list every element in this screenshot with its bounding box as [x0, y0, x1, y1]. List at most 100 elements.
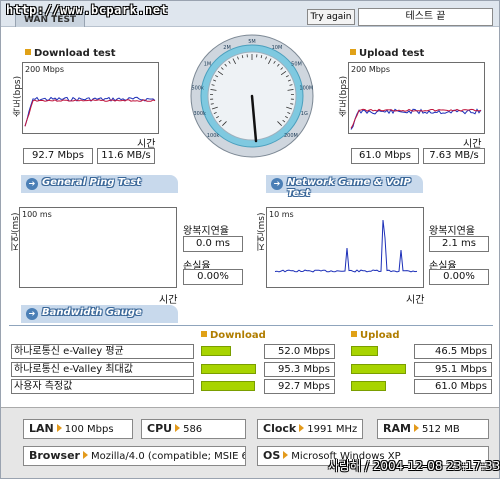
arrow-right-icon: [175, 424, 181, 432]
game-graph: 10 ms: [266, 207, 424, 288]
gauge-upload-track: [351, 362, 411, 376]
arrow-right-icon: [82, 451, 88, 459]
gauge-download-track: [201, 362, 261, 376]
gauge-divider: [9, 325, 493, 326]
speedometer-tick-label: 200M: [284, 133, 298, 139]
clock-value: 1991 MHz: [307, 424, 358, 435]
gauge-download-header: Download: [201, 330, 266, 341]
gauge-upload-header-text: Upload: [360, 330, 400, 341]
download-title-text: Download test: [34, 48, 116, 59]
ram-label: RAM: [383, 422, 411, 435]
arrow-right-icon: [56, 424, 62, 432]
gauge-download-value: 95.3 Mbps: [264, 362, 335, 377]
download-scale-label: 200 Mbps: [25, 65, 65, 74]
ping-x-label: 시간: [159, 295, 178, 306]
try-again-button[interactable]: Try again: [307, 9, 355, 25]
gauge-upload-track: [351, 379, 411, 393]
arrow-right-icon: ➔: [271, 178, 283, 190]
game-section-header: ➔ Network Game & VoIP Test: [266, 175, 423, 199]
lan-info: LAN 100 Mbps: [23, 419, 133, 439]
ram-value: 512 MB: [421, 424, 460, 435]
speedometer-tick-label: 100M: [299, 85, 313, 91]
browser-value: Mozilla/4.0 (compatible; MSIE 6.0: [90, 451, 246, 462]
ping-latency-value: 0.0 ms: [183, 236, 243, 252]
speedometer-tick-label: 10M: [272, 45, 283, 51]
gauge-upload-bar: [351, 346, 378, 356]
gauge-download-bar: [201, 364, 256, 374]
gauge-upload-bar: [351, 381, 386, 391]
download-series-line: [24, 96, 156, 127]
ping-latency-label: 왕복지연율: [183, 226, 229, 237]
wan-test-window: WAN TEST http://www.bcpark.net Try again…: [0, 0, 500, 479]
gauge-row-label: 하나로통신 e-Valley 최대값: [11, 362, 194, 377]
gauge-upload-track: [351, 344, 411, 358]
gauge-upload-value: 61.0 Mbps: [414, 379, 492, 394]
speedometer-tick-label: 50M: [291, 62, 302, 68]
gauge-download-header-text: Download: [210, 330, 266, 341]
lan-label: LAN: [29, 422, 54, 435]
upload-mbps-value: 61.0 Mbps: [351, 148, 419, 164]
download-average-line: [24, 99, 156, 127]
speedometer-tick-label: 5M: [248, 39, 256, 45]
gauge-upload-bar: [351, 364, 406, 374]
download-graph: 200 Mbps: [22, 62, 159, 134]
browser-label: Browser: [29, 449, 80, 462]
ram-info: RAM 512 MB: [377, 419, 489, 439]
clock-label: Clock: [263, 422, 297, 435]
speedometer-tick-label: 2M: [223, 45, 231, 51]
browser-info: Browser Mozilla/4.0 (compatible; MSIE 6.0: [23, 446, 246, 466]
speedometer-tick-label: 100k: [207, 133, 220, 139]
upload-title: Upload test: [350, 48, 424, 59]
upload-mbytes-value: 7.63 MB/s: [423, 148, 485, 164]
upload-graph: 200 Mbps: [348, 62, 485, 134]
clock-info: Clock 1991 MHz: [257, 419, 363, 439]
arrow-right-icon: ➔: [26, 178, 38, 190]
gauge-upload-value: 95.1 Mbps: [414, 362, 492, 377]
game-latency-label: 왕복지연율: [429, 226, 475, 237]
os-label: OS: [263, 449, 281, 462]
ping-graph: 100 ms: [19, 207, 177, 288]
gauge-section-header: ➔ Bandwidth Gauge: [21, 305, 178, 323]
speedometer: 100k 300k 500k 1M 2M 5M 10M 50M 100M 1G 200M: [190, 34, 314, 158]
upload-title-text: Upload test: [359, 48, 425, 59]
game-section-title: Network Game & VoIP Test: [287, 177, 411, 199]
arrow-right-icon: ➔: [26, 308, 38, 320]
speedometer-tick-label: 1G: [301, 111, 308, 117]
arrow-right-icon: [283, 451, 289, 459]
watermark: http://www.bcpark.net: [6, 3, 169, 17]
gauge-download-bar: [201, 346, 231, 356]
ping-scale-label: 100 ms: [22, 210, 52, 219]
game-graph-lines: [274, 219, 418, 273]
speedometer-tick-label: 1M: [204, 62, 212, 68]
arrow-right-icon: [413, 424, 419, 432]
download-mbps-value: 92.7 Mbps: [23, 148, 93, 164]
cpu-label: CPU: [147, 422, 173, 435]
gauge-download-bar: [201, 381, 255, 391]
speedometer-tick-label: 300k: [193, 111, 206, 117]
upload-series-line: [350, 108, 482, 130]
game-scale-label: 10 ms: [269, 210, 294, 219]
cpu-value: 586: [183, 424, 203, 435]
download-title: Download test: [25, 48, 116, 59]
game-x-label: 시간: [406, 295, 425, 306]
gauge-upload-header: Upload: [351, 330, 399, 341]
status-display: 테스트 끝: [358, 8, 493, 26]
speedometer-tick-label: 500k: [191, 85, 204, 91]
cpu-info: CPU 586: [141, 419, 246, 439]
bullet-icon: [351, 331, 357, 337]
gauge-download-track: [201, 344, 261, 358]
ping-loss-value: 0.00%: [183, 269, 243, 285]
arrow-right-icon: [299, 424, 305, 432]
ping-section-header: ➔ General Ping Test: [21, 175, 178, 193]
bullet-icon: [350, 49, 356, 55]
gauge-row-label: 하나로통신 e-Valley 평균: [11, 344, 194, 359]
bullet-icon: [25, 49, 31, 55]
gauge-row-label: 사용자 측정값: [11, 379, 194, 394]
gauge-download-value: 92.7 Mbps: [264, 379, 335, 394]
bullet-icon: [201, 331, 207, 337]
gauge-section-title: Bandwidth Gauge: [42, 307, 142, 318]
gauge-download-track: [201, 379, 261, 393]
game-latency-value: 2.1 ms: [429, 236, 489, 252]
timestamp-stamp: 사랑해 / 2004-12-08 23:17:33: [328, 459, 500, 473]
upload-scale-label: 200 Mbps: [351, 65, 391, 74]
